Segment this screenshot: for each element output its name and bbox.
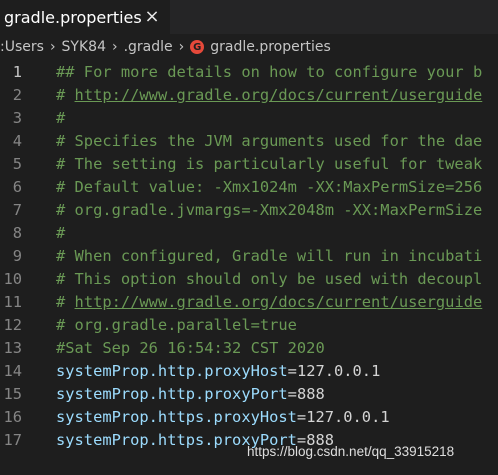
code-content: # Default value: -Xmx1024m -XX:MaxPermSi… [56,176,482,199]
editor-window: gradle.properties × : Users › SYK84 › .g… [0,0,498,475]
line-number: 11 [3,293,22,311]
line-number: 7 [12,201,22,219]
code-content: # [56,222,65,245]
comment-text: # This option should only be used with d… [56,270,483,288]
code-line[interactable]: 7 # org.gradle.jvmargs=-Xmx2048m -XX:MaxP… [0,199,498,222]
code-content: # The setting is particularly useful for… [56,153,482,176]
code-line[interactable]: 1 ## For more details on how to configure… [0,61,498,84]
code-content: ## For more details on how to configure … [56,61,482,84]
code-content: systemProp.http.proxyPort=888 [56,383,325,406]
breadcrumb-users[interactable]: Users [5,39,44,55]
property-value: 127.0.0.1 [296,362,381,380]
line-number: 6 [12,178,22,196]
code-editor[interactable]: 1 ## For more details on how to configure… [0,61,498,475]
breadcrumb-file[interactable]: gradle.properties [210,39,331,55]
line-number: 4 [12,132,22,150]
comment-prefix: # [56,86,75,104]
code-line[interactable]: 15 systemProp.http.proxyPort=888 [0,383,498,406]
chevron-right-icon: › [111,39,118,55]
comment-text: # The setting is particularly useful for… [56,155,483,173]
close-icon[interactable]: × [140,1,164,31]
code-line[interactable]: 12 # org.gradle.parallel=true [0,314,498,337]
code-content: # When configured, Gradle will run in in… [56,245,482,268]
line-number: 17 [3,431,22,449]
comment-text: # [56,224,66,242]
property-key: systemProp.http.proxyPort [56,385,288,403]
tab-bar: gradle.properties × [0,0,498,34]
comment-text: # Default value: -Xmx1024m -XX:MaxPermSi… [56,178,483,196]
property-value: 888 [296,385,325,403]
code-line[interactable]: 16 systemProp.https.proxyHost=127.0.0.1 [0,406,498,429]
code-line[interactable]: 10 # This option should only be used with… [0,268,498,291]
line-number: 13 [3,339,22,357]
comment-text: # Specifies the JVM arguments used for t… [56,132,483,150]
tab-title: gradle.properties [4,7,142,27]
line-number: 5 [12,155,22,173]
property-value: 127.0.0.1 [306,408,390,426]
code-content: # [56,107,65,130]
breadcrumb-gradle-folder[interactable]: .gradle [124,39,173,55]
chevron-right-icon: › [49,39,56,55]
code-content: systemProp.http.proxyHost=127.0.0.1 [56,360,380,383]
watermark: https://blog.csdn.net/qq_33915218 [247,444,455,459]
property-key: systemProp.https.proxyHost [56,408,297,426]
line-number: 12 [3,316,22,334]
line-number: 3 [12,109,22,127]
comment-text: # org.gradle.jvmargs=-Xmx2048m -XX:MaxPe… [56,201,483,219]
comment-text: # When configured, Gradle will run in in… [56,247,483,265]
code-content: # This option should only be used with d… [56,268,482,291]
comment-text: #Sat Sep 26 16:54:32 CST 2020 [56,339,325,357]
line-number: 16 [3,408,22,426]
comment-link[interactable]: http://www.gradle.org/docs/current/userg… [75,86,483,104]
line-number: 9 [12,247,22,265]
code-content: # http://www.gradle.org/docs/current/use… [56,84,482,107]
comment-prefix: # [56,293,75,311]
line-number: 8 [12,224,22,242]
code-line[interactable]: 3 # [0,107,498,130]
comment-text: # org.gradle.parallel=true [56,316,297,334]
line-number: 14 [3,362,22,380]
code-content: # Specifies the JVM arguments used for t… [56,130,482,153]
breadcrumb-syk84[interactable]: SYK84 [62,39,106,55]
equals-sign: = [296,408,307,426]
code-content: #Sat Sep 26 16:54:32 CST 2020 [56,337,325,360]
code-content: # http://www.gradle.org/docs/current/use… [56,291,482,314]
chevron-right-icon: › [178,39,185,55]
line-number: 2 [12,86,22,104]
breadcrumb: : Users › SYK84 › .gradle › G gradle.pro… [0,34,498,60]
code-line[interactable]: 2 # http://www.gradle.org/docs/current/us… [0,84,498,107]
line-number: 15 [3,385,22,403]
code-line[interactable]: 5 # The setting is particularly useful fo… [0,153,498,176]
equals-sign: = [287,385,297,403]
code-content: # org.gradle.jvmargs=-Xmx2048m -XX:MaxPe… [56,199,482,222]
code-line[interactable]: 9 # When configured, Gradle will run in i… [0,245,498,268]
code-content: systemProp.https.proxyHost=127.0.0.1 [56,406,390,429]
code-content: # org.gradle.parallel=true [56,314,297,337]
code-line[interactable]: 6 # Default value: -Xmx1024m -XX:MaxPermS… [0,176,498,199]
equals-sign: = [287,362,297,380]
comment-text: ## For more details on how to configure … [56,63,483,81]
gradle-icon: G [190,40,205,54]
line-number: 10 [3,270,22,288]
code-line[interactable]: 13 #Sat Sep 26 16:54:32 CST 2020 [0,337,498,360]
code-line[interactable]: 11 # http://www.gradle.org/docs/current/u… [0,291,498,314]
comment-text: # [56,109,66,127]
property-key: systemProp.http.proxyHost [56,362,288,380]
code-line[interactable]: 8 # [0,222,498,245]
code-line[interactable]: 4 # Specifies the JVM arguments used for … [0,130,498,153]
line-number: 1 [12,63,22,81]
code-line[interactable]: 14 systemProp.http.proxyHost=127.0.0.1 [0,360,498,383]
tab-gradle-properties[interactable]: gradle.properties × [0,0,170,34]
comment-link[interactable]: http://www.gradle.org/docs/current/userg… [75,293,483,311]
